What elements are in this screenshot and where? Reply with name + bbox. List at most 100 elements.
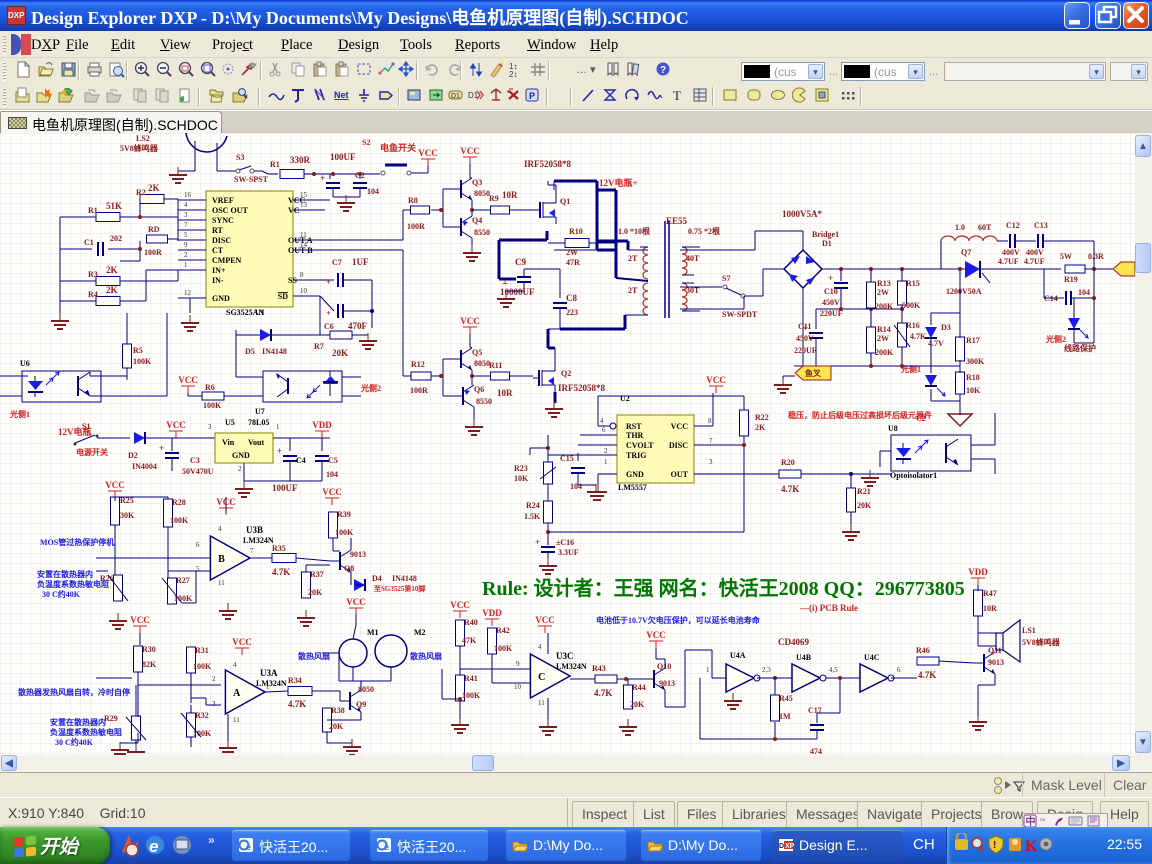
svg-text:1: 1 bbox=[604, 458, 608, 466]
svg-text:R23: R23 bbox=[514, 464, 528, 473]
svg-text:稳压，防止后级电压过高损坏后级元器件: 稳压，防止后级电压过高损坏后级元器件 bbox=[788, 410, 932, 420]
svg-text:U6: U6 bbox=[20, 359, 30, 368]
svg-text:GND: GND bbox=[626, 470, 644, 479]
svg-text:OSC OUT: OSC OUT bbox=[212, 206, 248, 215]
svg-text:Q5: Q5 bbox=[472, 348, 482, 357]
svg-text:2T: 2T bbox=[628, 254, 638, 263]
svg-text:D4: D4 bbox=[372, 574, 382, 583]
svg-text:4.7K: 4.7K bbox=[272, 567, 290, 577]
svg-text:450V: 450V bbox=[822, 298, 840, 307]
svg-text:DISC: DISC bbox=[212, 236, 231, 245]
svg-text:光侧2: 光侧2 bbox=[360, 383, 381, 393]
svg-text:Q3: Q3 bbox=[472, 178, 482, 187]
svg-text:U4A: U4A bbox=[730, 651, 746, 660]
svg-text:40T: 40T bbox=[686, 254, 700, 263]
svg-text:4: 4 bbox=[600, 417, 604, 425]
svg-text:10R: 10R bbox=[983, 604, 997, 613]
svg-text:GND: GND bbox=[212, 294, 230, 303]
svg-text:13: 13 bbox=[300, 201, 308, 209]
svg-text:—(i) PCB Rule: —(i) PCB Rule bbox=[799, 603, 858, 613]
svg-text:U3A: U3A bbox=[260, 668, 278, 678]
svg-text:10: 10 bbox=[300, 287, 308, 295]
svg-text:LM324N: LM324N bbox=[243, 536, 274, 545]
svg-text:3: 3 bbox=[709, 458, 713, 466]
svg-text:R1: R1 bbox=[88, 206, 98, 215]
svg-text:20K: 20K bbox=[308, 588, 323, 597]
svg-text:e: e bbox=[384, 842, 389, 852]
svg-text:CVOLT: CVOLT bbox=[626, 441, 654, 450]
svg-text:VCC: VCC bbox=[105, 480, 125, 490]
svg-text:D1: D1 bbox=[451, 93, 460, 100]
svg-text:LS1: LS1 bbox=[1022, 626, 1036, 635]
svg-text:U5: U5 bbox=[225, 418, 235, 427]
svg-text:7: 7 bbox=[250, 547, 254, 555]
svg-text:R47: R47 bbox=[983, 589, 997, 598]
svg-text:8550: 8550 bbox=[474, 228, 490, 237]
svg-text:8550: 8550 bbox=[476, 397, 492, 406]
svg-text:2: 2 bbox=[184, 251, 188, 259]
svg-text:RST: RST bbox=[626, 422, 642, 431]
svg-text:±C16: ±C16 bbox=[556, 538, 574, 547]
svg-text:10K: 10K bbox=[514, 474, 529, 483]
svg-text:2K: 2K bbox=[755, 423, 766, 432]
svg-text:82K: 82K bbox=[142, 660, 157, 669]
svg-text:LS2: LS2 bbox=[136, 134, 150, 143]
svg-text:8: 8 bbox=[300, 271, 304, 279]
svg-text:4: 4 bbox=[538, 643, 542, 651]
svg-text:2W: 2W bbox=[877, 334, 889, 343]
svg-text:散热风扇: 散热风扇 bbox=[410, 651, 442, 661]
svg-text:至SG3525第10脚: 至SG3525第10脚 bbox=[374, 584, 425, 593]
svg-text:C5: C5 bbox=[328, 456, 338, 465]
svg-text:10R: 10R bbox=[502, 190, 518, 200]
svg-text:K: K bbox=[1025, 838, 1038, 855]
svg-text:500K: 500K bbox=[902, 301, 921, 310]
svg-text:C2: C2 bbox=[916, 414, 926, 423]
svg-text:R5: R5 bbox=[133, 346, 143, 355]
svg-text:IN4148: IN4148 bbox=[262, 347, 287, 356]
svg-text:3: 3 bbox=[212, 700, 216, 708]
svg-text:20K: 20K bbox=[332, 348, 348, 358]
svg-text:C13: C13 bbox=[1034, 221, 1048, 230]
svg-text:C3: C3 bbox=[190, 456, 200, 465]
svg-text:IN4004: IN4004 bbox=[132, 462, 157, 471]
svg-text:7: 7 bbox=[184, 221, 188, 229]
svg-text:散热器发热风扇自转，冷时自停: 散热器发热风扇自转，冷时自停 bbox=[18, 687, 130, 697]
svg-text:C: C bbox=[538, 672, 545, 683]
svg-text:4.7UF: 4.7UF bbox=[998, 257, 1019, 266]
svg-text:C4: C4 bbox=[296, 456, 306, 465]
svg-text:100K: 100K bbox=[174, 594, 193, 603]
svg-text:Q2: Q2 bbox=[561, 369, 571, 378]
svg-text:C8: C8 bbox=[566, 293, 577, 303]
svg-text:»: » bbox=[208, 833, 215, 847]
svg-text:9013: 9013 bbox=[988, 658, 1004, 667]
svg-text:C7: C7 bbox=[332, 258, 342, 267]
svg-text:U2: U2 bbox=[620, 394, 630, 403]
svg-text:负温度系数热敏电阻: 负温度系数热敏电阻 bbox=[37, 579, 109, 589]
svg-text:U1: U1 bbox=[255, 308, 265, 317]
svg-text:2,3: 2,3 bbox=[762, 666, 771, 674]
svg-text:C11: C11 bbox=[798, 322, 811, 331]
svg-text:光侧2: 光侧2 bbox=[1045, 334, 1066, 344]
svg-text:9: 9 bbox=[184, 241, 188, 249]
svg-text:104: 104 bbox=[570, 482, 582, 491]
svg-text:4.7UF: 4.7UF bbox=[1024, 257, 1045, 266]
svg-text:Bridge1: Bridge1 bbox=[812, 230, 839, 239]
svg-text:200K: 200K bbox=[875, 302, 894, 311]
svg-text:1200V50A: 1200V50A bbox=[946, 287, 982, 296]
svg-text:R39: R39 bbox=[337, 510, 351, 519]
svg-text:电鱼开关: 电鱼开关 bbox=[380, 142, 416, 153]
svg-text:R46: R46 bbox=[916, 646, 930, 655]
svg-text:12: 12 bbox=[184, 289, 192, 297]
svg-text:U4B: U4B bbox=[796, 653, 812, 662]
svg-text:U7: U7 bbox=[255, 407, 265, 416]
svg-text:1: 1 bbox=[266, 683, 270, 691]
svg-text:+: + bbox=[326, 309, 331, 318]
svg-text:470F: 470F bbox=[348, 321, 368, 331]
svg-text:Q6: Q6 bbox=[474, 385, 484, 394]
svg-text:100K: 100K bbox=[462, 691, 481, 700]
svg-text:2T: 2T bbox=[628, 286, 638, 295]
svg-text:R18: R18 bbox=[966, 373, 980, 382]
svg-text:IRF52058*8: IRF52058*8 bbox=[558, 383, 605, 393]
svg-text:Q7: Q7 bbox=[961, 248, 971, 257]
svg-text:R32: R32 bbox=[195, 711, 209, 720]
